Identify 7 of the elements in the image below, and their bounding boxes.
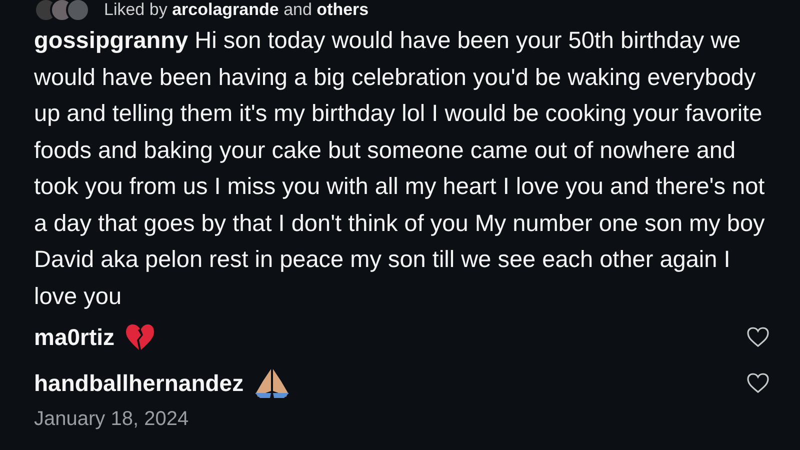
post-date: January 18, 2024 — [34, 407, 190, 432]
broken-heart-icon — [124, 323, 155, 351]
comment-username[interactable]: handballhernandez — [34, 366, 244, 400]
heart-icon[interactable] — [746, 372, 770, 394]
likes-text: Liked by arcolagrande and others — [104, 0, 369, 22]
heart-icon[interactable] — [746, 326, 770, 348]
comment-username[interactable]: ma0rtiz — [34, 320, 115, 354]
